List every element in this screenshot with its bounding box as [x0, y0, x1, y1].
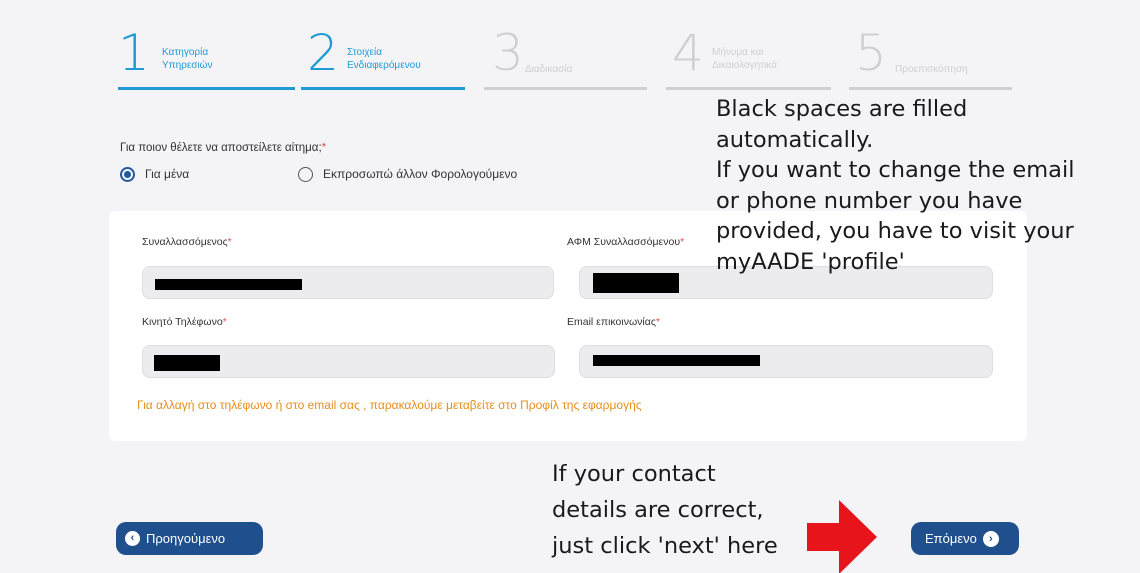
step-number: 3 — [492, 24, 524, 82]
step-label: Κατηγορία Υπηρεσιών — [162, 47, 213, 71]
chevron-right-icon: › — [982, 530, 999, 547]
redaction-bar — [593, 273, 679, 293]
next-button[interactable]: Επόμενο › — [911, 522, 1019, 555]
radio-for-me[interactable]: Για μένα — [120, 165, 189, 183]
step-2[interactable]: 2 Στοιχεία Ενδιαφερόμενου — [301, 28, 465, 90]
redaction-bar — [155, 279, 302, 290]
field-label-name: Συναλλασσόμενος* — [142, 236, 232, 248]
step-bar — [666, 87, 831, 90]
chevron-left-icon: ‹ — [125, 531, 140, 546]
field-label-email: Email επικοινωνίας* — [567, 316, 660, 328]
step-label: Διαδικασία — [525, 64, 573, 75]
phone-field — [142, 345, 555, 378]
radio-unchecked-icon[interactable] — [298, 166, 313, 182]
next-button-label: Επόμενο — [925, 531, 977, 546]
name-field — [142, 266, 554, 299]
step-4[interactable]: 4 Μήνυμα και Δικαιολογητικά — [666, 28, 831, 90]
radio-represent-other[interactable]: Εκπροσωπώ άλλον Φορολογούμενο — [298, 165, 517, 183]
step-3[interactable]: 3 Διαδικασία — [484, 28, 647, 90]
step-number: 2 — [307, 24, 339, 82]
step-label: Προεπισκόπηση — [895, 64, 968, 75]
radio-label: Εκπροσωπώ άλλον Φορολογούμενο — [323, 167, 518, 181]
previous-button-label: Προηγούμενο — [146, 531, 226, 546]
step-number: 4 — [672, 24, 704, 82]
profile-change-hint: Για αλλαγή στο τηλέφωνο ή στο email σας … — [137, 398, 642, 412]
step-label: Στοιχεία Ενδιαφερόμενου — [347, 47, 421, 71]
step-label: Μήνυμα και Δικαιολογητικά — [712, 47, 777, 71]
field-label-afm: ΑΦΜ Συναλλασσόμενου* — [567, 236, 685, 248]
step-bar — [484, 87, 647, 90]
step-number: 5 — [855, 24, 887, 82]
annotation-autofill-note: Black spaces are filled automatically. I… — [716, 96, 1075, 275]
required-mark: * — [321, 142, 327, 154]
radio-label: Για μένα — [145, 167, 190, 181]
recipient-question: Για ποιον θέλετε να αποστείλετε αίτημα;* — [120, 142, 326, 154]
email-field — [579, 345, 993, 378]
step-1[interactable]: 1 Κατηγορία Υπηρεσιών — [118, 28, 295, 90]
radio-checked-icon[interactable] — [120, 166, 135, 182]
question-text: Για ποιον θέλετε να αποστείλετε αίτημα; — [120, 142, 322, 154]
redaction-bar — [154, 355, 220, 371]
step-number: 1 — [118, 24, 150, 82]
step-bar — [301, 87, 465, 90]
annotation-next-note: If your contact details are correct, jus… — [552, 461, 778, 559]
redaction-bar — [593, 355, 760, 366]
step-bar — [849, 87, 1012, 90]
field-label-phone: Κινητό Τηλέφωνο* — [142, 316, 227, 328]
arrow-right-icon — [807, 500, 877, 573]
step-bar — [118, 87, 295, 90]
previous-button[interactable]: ‹ Προηγούμενο — [116, 522, 263, 555]
step-5[interactable]: 5 Προεπισκόπηση — [849, 28, 1012, 90]
